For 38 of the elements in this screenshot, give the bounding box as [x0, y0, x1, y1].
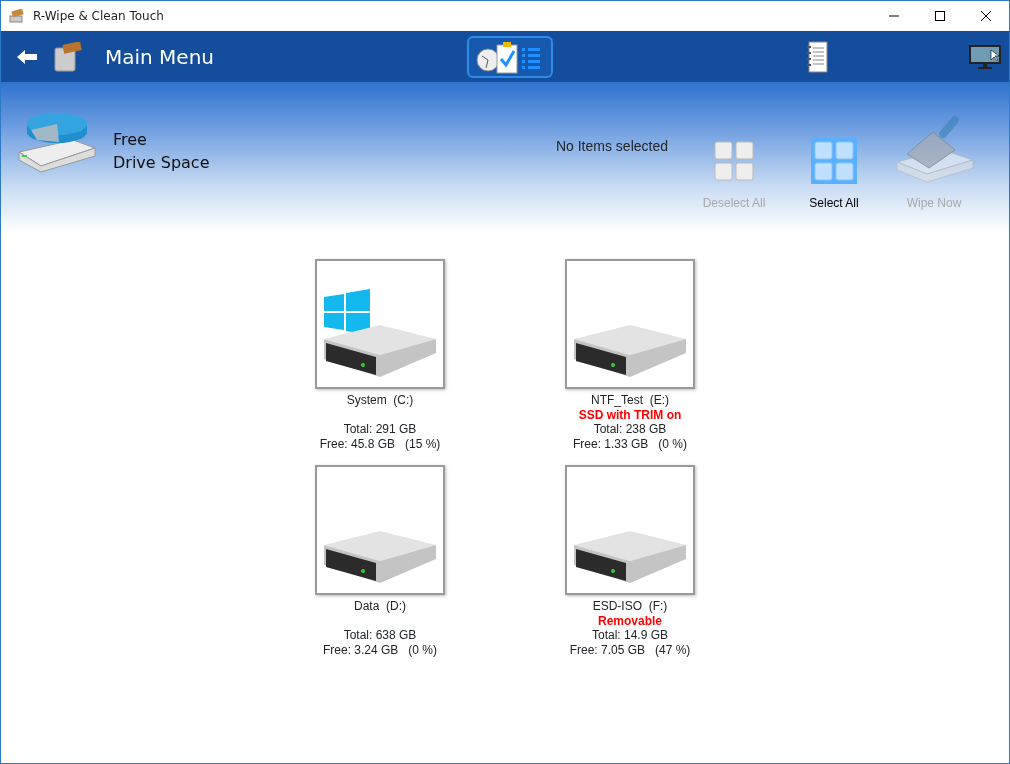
monitor-icon[interactable]: [969, 43, 1001, 70]
section-title-line: Drive Space: [113, 152, 210, 174]
drive-name: ESD-ISO (F:): [592, 599, 668, 614]
drive-name: Data (D:): [354, 599, 406, 614]
grid-squares-icon: [811, 138, 857, 184]
drive-name: System (C:): [346, 393, 414, 408]
drive-free: Free: 7.05 GB (47 %): [569, 642, 691, 657]
drive-note: SSD with TRIM on: [578, 407, 682, 422]
app-icon: [9, 9, 25, 23]
section-title-line: Free: [113, 129, 148, 151]
drive-tile[interactable]: [565, 259, 695, 389]
drive-chart-icon: [17, 112, 97, 174]
drive-icon: [573, 530, 687, 584]
drive-total: Total: 638 GB: [343, 628, 417, 643]
grid-squares-icon: [711, 138, 757, 184]
drive-total: Total: 291 GB: [343, 422, 417, 437]
drive-tile[interactable]: [315, 259, 445, 389]
drive-tile[interactable]: [315, 465, 445, 595]
window-title: R-Wipe & Clean Touch: [33, 8, 164, 25]
drive-brush-icon: [53, 41, 85, 72]
drive-free: Free: 1.33 GB (0 %): [572, 436, 687, 451]
back-arrow-icon[interactable]: [17, 49, 37, 64]
windows-drive-icon: [323, 288, 437, 378]
select-button[interactable]: Select All: [784, 112, 884, 212]
screen-title: Main Menu: [105, 43, 214, 71]
drive-free: Free: 45.8 GB (15 %): [319, 436, 441, 451]
selection-status: No Items selected: [555, 137, 668, 156]
drive-icon: [323, 530, 437, 584]
drive-free: Free: 3.24 GB (0 %): [322, 642, 437, 657]
drive-total: Total: 238 GB: [593, 422, 667, 437]
close-icon: [981, 11, 991, 21]
tasks-checklist-icon[interactable]: [467, 35, 553, 78]
drive-icon: [573, 324, 687, 378]
drive-name: NTF_Test (E:): [591, 393, 669, 408]
drive-note: Removable: [598, 613, 662, 628]
drive-tile[interactable]: [565, 465, 695, 595]
drive-total: Total: 14.9 GB: [591, 628, 668, 643]
maximize-icon: [935, 11, 945, 21]
